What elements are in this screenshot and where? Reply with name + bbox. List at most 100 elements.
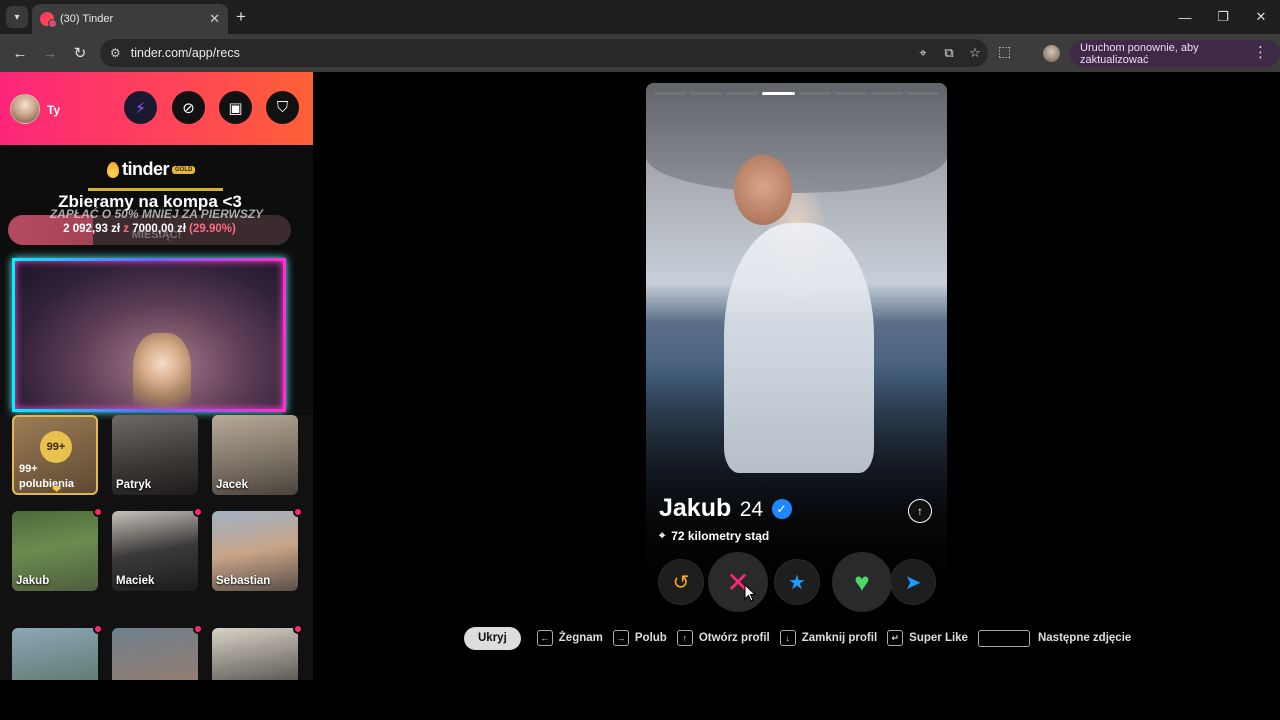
photo-progress-segment[interactable] [798,92,831,95]
browser-menu-icon[interactable]: ⋮ [1253,43,1268,61]
match-name: Patryk [116,479,152,491]
goal-underline [88,188,223,191]
like-button[interactable]: ♥ [833,553,891,611]
new-match-dot [293,507,303,517]
new-match-dot [93,507,103,517]
user-avatar[interactable] [10,94,40,124]
minimize-button[interactable]: — [1166,0,1204,34]
new-match-dot [193,507,203,517]
restore-button[interactable]: ❐ [1204,0,1242,34]
back-button[interactable]: ← [6,45,34,62]
bookmark-star-icon[interactable]: ☆ [962,45,988,61]
location-icon[interactable]: ⌖ [910,45,936,61]
shortcut-nope: ← Żegnam [536,630,603,646]
forward-button[interactable]: → [36,45,64,62]
match-name: Jacek [216,479,248,491]
promo-text-2: MIESIĄC! [131,229,182,241]
profile-distance: ⌖ 72 kilometry stąd [659,529,769,543]
close-window-button[interactable]: ✕ [1242,0,1280,34]
browser-tab-bar: ▾ (30) Tinder ✕ + — ❐ ✕ [0,0,1280,34]
photo-progress-segment[interactable] [834,92,867,95]
likes-you-tile[interactable]: 99+ 99+ polubienia ❤ [12,415,98,495]
likes-count-badge: 99+ [40,431,72,463]
location-pin-icon: ⌖ [659,529,666,542]
profile-card[interactable]: Jakub 24 ✓ ⌖ 72 kilometry stąd ↑ [646,83,947,583]
photo-progress-bar [654,92,939,95]
enter-key-icon: ↵ [887,630,904,646]
site-info-icon[interactable]: ⚙ [110,46,121,60]
gold-badge: GOLD [172,165,196,174]
match-card[interactable] [12,628,98,680]
match-name: Maciek [116,575,155,587]
update-browser-button[interactable]: Uruchom ponownie, aby zaktualizować [1070,40,1280,67]
shield-icon: ⛉ [276,99,289,116]
mouse-cursor-icon [744,584,756,602]
install-app-icon[interactable]: ⧉ [936,45,962,61]
photo-progress-segment[interactable] [762,92,795,95]
taskbar-area [0,680,1280,720]
photo-progress-segment[interactable] [654,92,687,95]
send-plane-icon: ➤ [904,571,922,594]
sidebar: Ty ⚡ ⊘ ▣ ⛉ tinder GOLD Zbieramy na kompa… [0,72,313,680]
work-mode-button[interactable]: ▣ [219,91,252,124]
shortcut-label: Super Like [909,632,968,644]
reload-button[interactable]: ↻ [66,44,94,62]
browser-toolbar: ← → ↻ ⚙ tinder.com/app/recs ⌖ ⧉ ☆ ⬚ Uruc… [0,34,1280,72]
arrow-right-key-icon: → [612,630,629,646]
match-card[interactable] [212,628,298,680]
open-profile-button[interactable]: ↑ [908,499,932,523]
boost-button[interactable]: ⚡ [124,91,157,124]
space-key-icon [977,629,1030,647]
shortcut-like: → Polub [612,630,667,646]
photo-progress-segment[interactable] [870,92,903,95]
boost-button[interactable]: ➤ [891,560,935,604]
distance-text: 72 kilometry stąd [671,529,770,543]
tinder-favicon-icon [40,12,57,28]
boat-canopy [646,83,947,193]
likes-label-count: 99+ [19,463,38,475]
shortcut-open-profile: ↑ Otwórz profil [676,630,770,646]
tab-search-button[interactable]: ▾ [6,6,28,28]
url-text[interactable]: tinder.com/app/recs [131,46,910,60]
compass-icon: ⊘ [182,99,195,117]
extensions-icon[interactable]: ⬚ [998,43,1011,60]
shortcut-super-like: ↵ Super Like [887,630,968,646]
hide-shortcuts-button[interactable]: Ukryj [464,626,521,650]
address-bar[interactable]: ⚙ tinder.com/app/recs ⌖ ⧉ ☆ [100,39,988,67]
explore-button[interactable]: ⊘ [172,91,205,124]
likes-label: 99+ polubienia [19,462,74,492]
match-card[interactable]: Jacek [212,415,298,495]
tab-title: (30) Tinder [60,13,114,25]
photo-progress-segment[interactable] [690,92,723,95]
photo-progress-segment[interactable] [906,92,939,95]
sidebar-header: Ty ⚡ ⊘ ▣ ⛉ [0,72,313,145]
briefcase-icon: ▣ [228,99,243,117]
user-name[interactable]: Ty [47,103,60,117]
browser-profile-avatar[interactable] [1043,45,1060,62]
photo-progress-segment[interactable] [726,92,759,95]
profile-name: Jakub [659,494,732,522]
match-card[interactable]: Sebastian [212,511,298,591]
keyboard-shortcuts-bar: Ukryj ← Żegnam → Polub ↑ Otwórz profil ↓… [464,626,1141,650]
shortcut-label: Żegnam [558,632,603,644]
safety-button[interactable]: ⛉ [266,91,299,124]
match-card[interactable] [112,628,198,680]
rewind-button[interactable]: ↺ [659,560,703,604]
arrow-up-icon: ↑ [917,504,923,518]
profile-info: Jakub 24 ✓ [659,494,792,523]
match-card[interactable]: Patryk [112,415,198,495]
flame-icon [107,161,119,178]
match-card[interactable]: Jakub [12,511,98,591]
shortcut-label: Następne zdjęcie [1037,632,1132,644]
profile-age: 24 [739,498,764,521]
nope-button[interactable]: ✕ [709,553,767,611]
close-tab-icon[interactable]: ✕ [209,11,220,27]
browser-tab[interactable]: (30) Tinder ✕ [32,4,228,34]
new-tab-button[interactable]: + [236,8,246,26]
shortcut-close-profile: ↓ Zamknij profil [779,630,877,646]
heart-icon: ♥ [854,566,870,597]
main-content: Jakub 24 ✓ ⌖ 72 kilometry stąd ↑ ↺ ✕ ★ ♥… [313,72,1280,680]
lightning-icon: ⚡ [135,99,146,117]
super-like-button[interactable]: ★ [775,560,819,604]
match-card[interactable]: Maciek [112,511,198,591]
